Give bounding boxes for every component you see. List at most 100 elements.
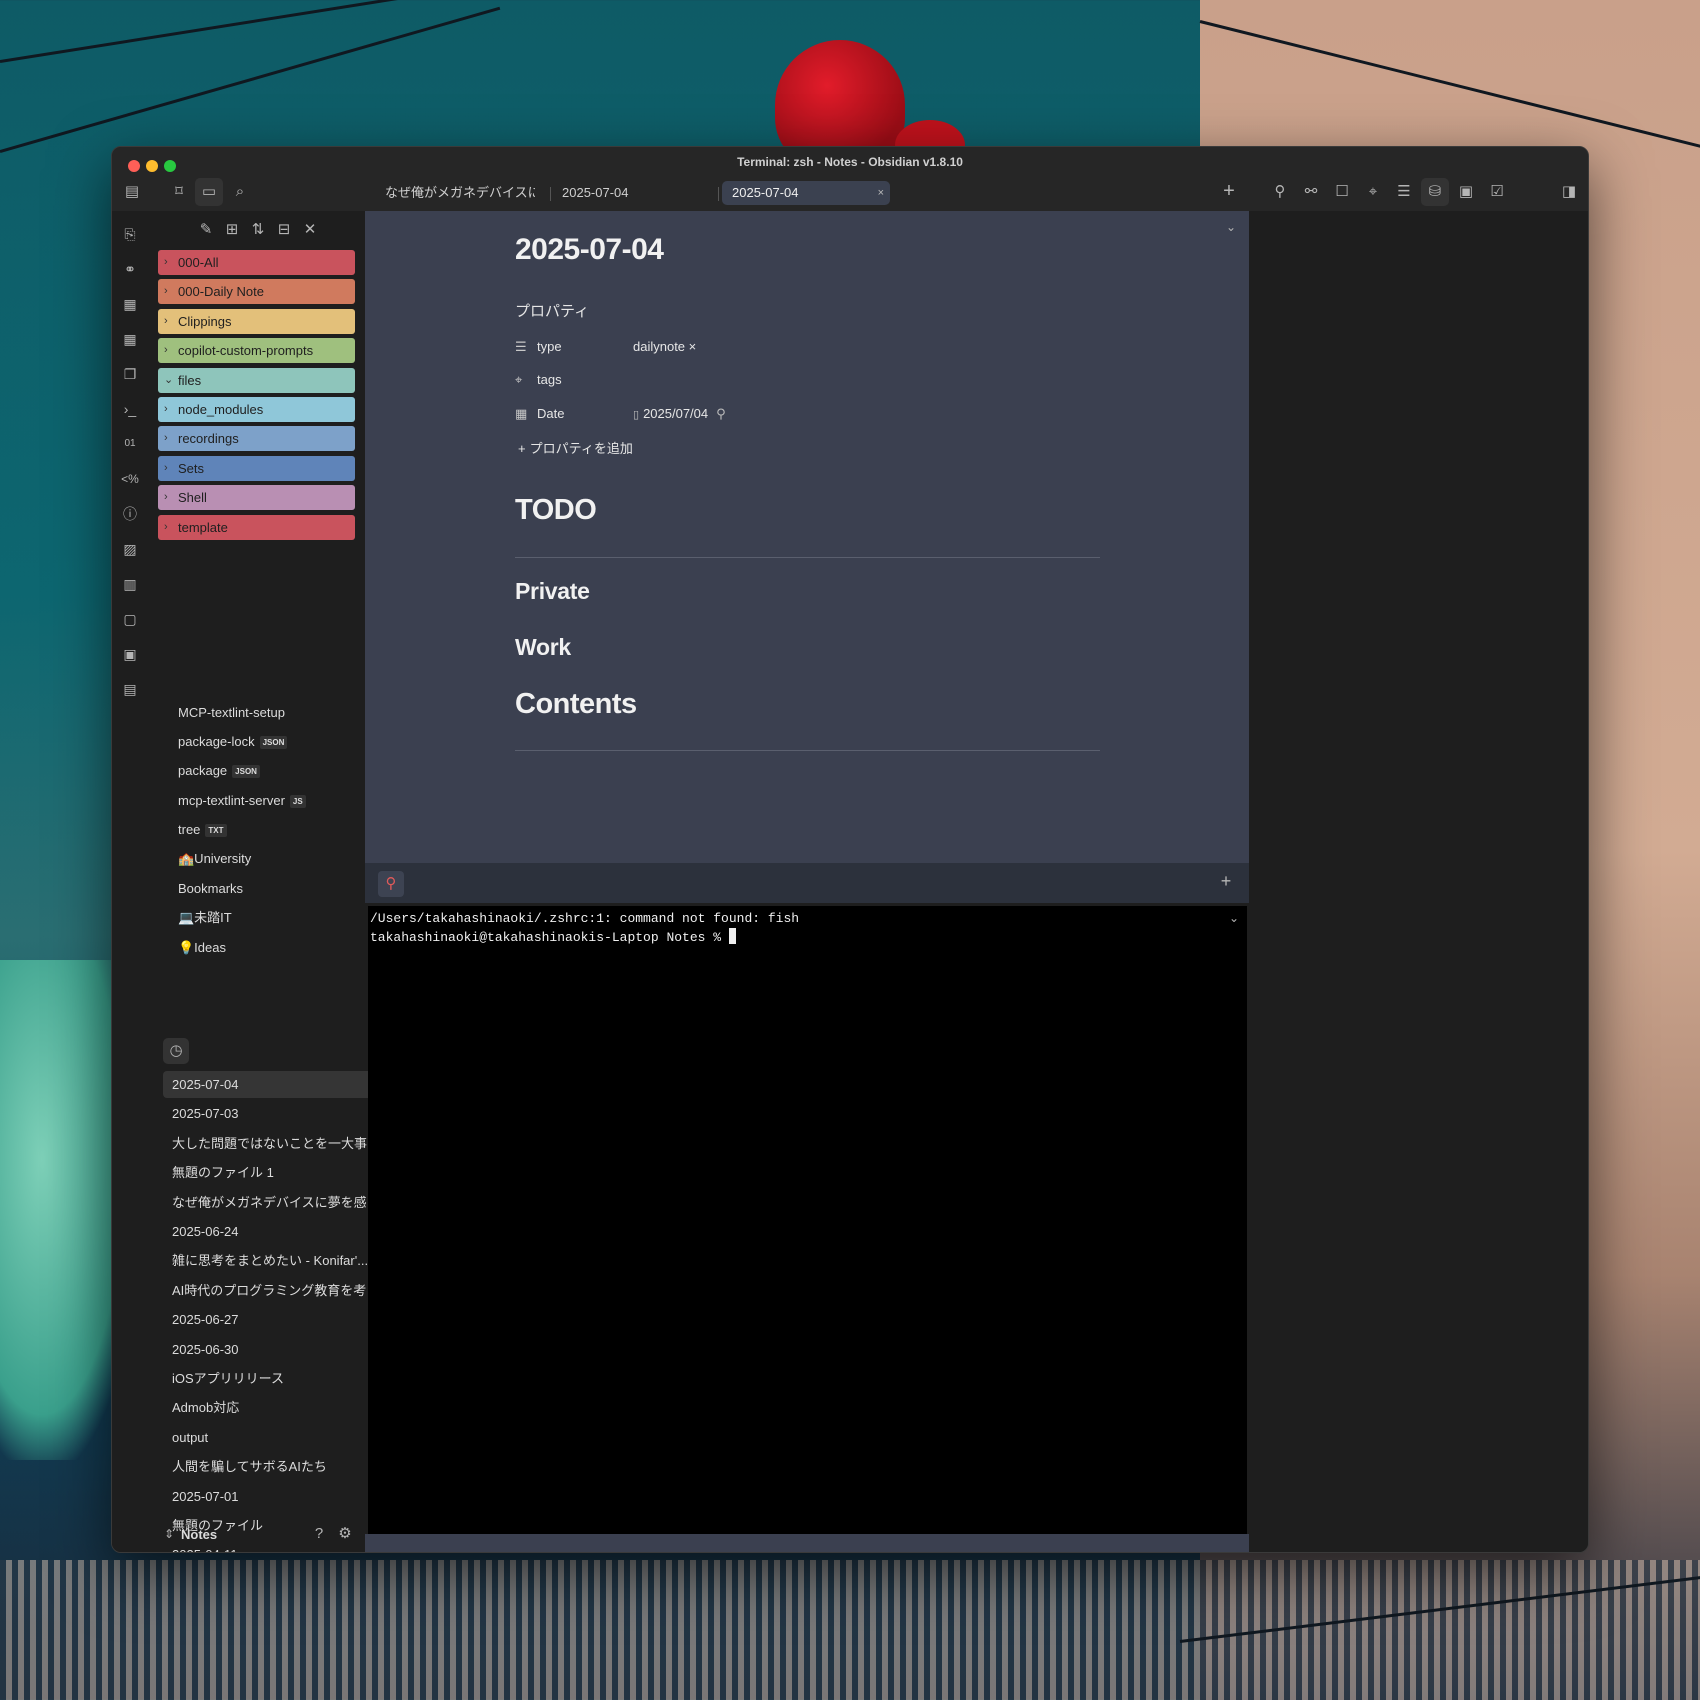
property-key-type[interactable]: ☰ type	[515, 337, 562, 357]
new-folder-icon[interactable]: ⊞	[221, 220, 243, 242]
folder-item[interactable]: › recordings	[158, 426, 355, 451]
vault-name[interactable]: Notes	[181, 1525, 217, 1545]
help-icon[interactable]: ?	[308, 1524, 330, 1546]
chevron-down-icon[interactable]: ⌄	[1223, 908, 1245, 930]
recent-file-item[interactable]: 2025-06-30	[172, 1340, 367, 1360]
chevron-down-icon[interactable]: ⌄	[1220, 217, 1242, 239]
pin-icon[interactable]: ⚲	[378, 871, 404, 897]
recent-file-item[interactable]: なぜ俺がメガネデバイスに夢を感...	[172, 1193, 367, 1213]
note-title[interactable]: 2025-07-04	[515, 233, 664, 267]
file-item[interactable]: 💻未踏IT	[178, 908, 232, 928]
recent-file-item[interactable]: 2025-06-24	[172, 1222, 367, 1242]
file-item[interactable]: mcp-textlint-server JS	[178, 791, 306, 811]
file-item[interactable]: 🏫University	[178, 849, 251, 869]
link-icon[interactable]: ⚲	[716, 406, 726, 421]
heading-private[interactable]: Private	[515, 578, 590, 605]
graph-view-icon[interactable]: ⚭	[119, 259, 141, 281]
collapse-all-icon[interactable]: ✕	[299, 220, 321, 242]
toggle-right-sidebar-icon[interactable]: ◨	[1558, 182, 1580, 204]
recent-file-item[interactable]: iOSアプリリリース	[172, 1369, 367, 1389]
property-key-tags[interactable]: ⌖ tags	[515, 370, 562, 390]
property-value-date[interactable]: ▯ 2025/07/04 ⚲	[633, 404, 726, 424]
file-item[interactable]: package JSON	[178, 761, 260, 781]
folder-item[interactable]: › copilot-custom-prompts	[158, 338, 355, 363]
comment-icon[interactable]: ☐	[1331, 182, 1353, 204]
note-editor[interactable]: ⌄ 2025-07-04 プロパティ ☰ type dailynote × ⌖ ta…	[365, 211, 1249, 863]
auto-reveal-icon[interactable]: ⊟	[273, 220, 295, 242]
daily-note-icon[interactable]: ▤	[119, 679, 141, 701]
canvas-icon[interactable]: ▦	[119, 294, 141, 316]
copy-icon[interactable]: ❐	[119, 364, 141, 386]
info-icon[interactable]: ⓘ	[119, 504, 141, 526]
properties-heading[interactable]: プロパティ	[515, 300, 589, 321]
terminal-icon[interactable]: ›_	[119, 399, 141, 421]
sort-icon[interactable]: ⇅	[247, 220, 269, 242]
folder-icon[interactable]: ▭	[195, 178, 223, 206]
archive-icon[interactable]: ▣	[1455, 182, 1477, 204]
console-icon[interactable]: ▣	[119, 644, 141, 666]
recent-file-item[interactable]: 雑に思考をまとめたい - Konifar'...	[172, 1251, 367, 1271]
new-terminal-icon[interactable]: +	[1215, 871, 1237, 893]
add-property-button[interactable]: + プロパティを追加	[518, 439, 633, 459]
folder-item[interactable]: › node_modules	[158, 397, 355, 422]
new-tab-icon[interactable]: +	[1218, 181, 1240, 203]
recent-file-item[interactable]: 2025-04-11	[172, 1545, 367, 1552]
recent-file-item[interactable]: 2025-07-01	[172, 1487, 367, 1507]
image-icon[interactable]: ▨	[119, 539, 141, 561]
folder-item[interactable]: › template	[158, 515, 355, 540]
folder-item[interactable]: › 000-All	[158, 250, 355, 275]
new-note-icon[interactable]: ⎘	[119, 224, 141, 246]
calendar-check-icon[interactable]: ☑	[1486, 182, 1508, 204]
file-type-badge: JSON	[259, 736, 288, 750]
new-file-icon[interactable]: ✎	[195, 220, 217, 242]
recent-file-item[interactable]: 2025-07-03	[172, 1104, 367, 1124]
folder-item[interactable]: › Sets	[158, 456, 355, 481]
folder-item[interactable]: › Clippings	[158, 309, 355, 334]
file-item[interactable]: 💡Ideas	[178, 938, 226, 958]
tab-megane[interactable]: なぜ俺がメガネデバイスに夢...	[375, 181, 535, 205]
backlinks-icon[interactable]: ⚯	[1300, 182, 1322, 204]
folder-item[interactable]: › 000-Daily Note	[158, 279, 355, 304]
file-item[interactable]: Bookmarks	[178, 879, 243, 899]
recent-file-item[interactable]: 2025-06-27	[172, 1310, 367, 1330]
toggle-left-sidebar-icon[interactable]: ▤	[121, 182, 143, 204]
folder-item[interactable]: ⌄ files	[158, 368, 355, 393]
recent-file-item[interactable]: 無題のファイル 1	[172, 1163, 367, 1183]
settings-icon[interactable]: ⚙	[334, 1524, 356, 1546]
outgoing-links-icon[interactable]: ⚲	[1269, 182, 1291, 204]
file-label: 💡Ideas	[178, 940, 226, 955]
layout-icon[interactable]: ▥	[119, 574, 141, 596]
heading-work[interactable]: Work	[515, 634, 571, 661]
file-label: mcp-textlint-server	[178, 793, 285, 808]
terminal-output[interactable]: /Users/takahashinaoki/.zshrc:1: command …	[368, 906, 1247, 1534]
property-key-date[interactable]: ▦ Date	[515, 404, 564, 424]
database-icon[interactable]: ⛁	[1421, 178, 1449, 206]
recent-files-clock-icon[interactable]: ◷	[163, 1038, 189, 1064]
tab-daily-active[interactable]: 2025-07-04 ×	[722, 181, 890, 205]
outline-icon[interactable]: ☰	[1393, 182, 1415, 204]
recent-file-item[interactable]: output	[172, 1428, 367, 1448]
heading-contents[interactable]: Contents	[515, 688, 637, 721]
property-value-type[interactable]: dailynote ×	[633, 337, 696, 357]
recent-file-item[interactable]: 2025-07-04	[172, 1075, 367, 1095]
file-item[interactable]: package-lock JSON	[178, 732, 288, 752]
folder-item[interactable]: › Shell	[158, 485, 355, 510]
recent-file-item[interactable]: Admob対応	[172, 1398, 367, 1418]
heading-todo[interactable]: TODO	[515, 494, 597, 527]
recent-file-item[interactable]: AI時代のプログラミング教育を考...	[172, 1281, 367, 1301]
tags-icon[interactable]: ⌖	[1362, 182, 1384, 204]
recent-file-item[interactable]: 大した問題ではないことを一大事...	[172, 1134, 367, 1154]
terminal-tab-bar: ⚲ +	[365, 863, 1249, 903]
binary-icon[interactable]: 01	[119, 434, 141, 456]
templater-icon[interactable]: <%	[119, 469, 141, 491]
chat-icon[interactable]: ▢	[119, 609, 141, 631]
search-icon[interactable]: ⌕	[229, 182, 251, 204]
calendar-icon[interactable]: ▦	[119, 329, 141, 351]
recent-file-item[interactable]: 人間を騙してサボるAIたち	[172, 1457, 367, 1477]
vault-switcher-icon[interactable]: ⇕	[158, 1524, 180, 1546]
bookmark-icon[interactable]: ⌑	[168, 182, 190, 204]
tab-daily-1[interactable]: 2025-07-04	[552, 181, 712, 205]
file-item[interactable]: tree TXT	[178, 820, 227, 840]
file-item[interactable]: MCP-textlint-setup	[178, 703, 285, 723]
tab-close-icon[interactable]: ×	[878, 181, 884, 205]
